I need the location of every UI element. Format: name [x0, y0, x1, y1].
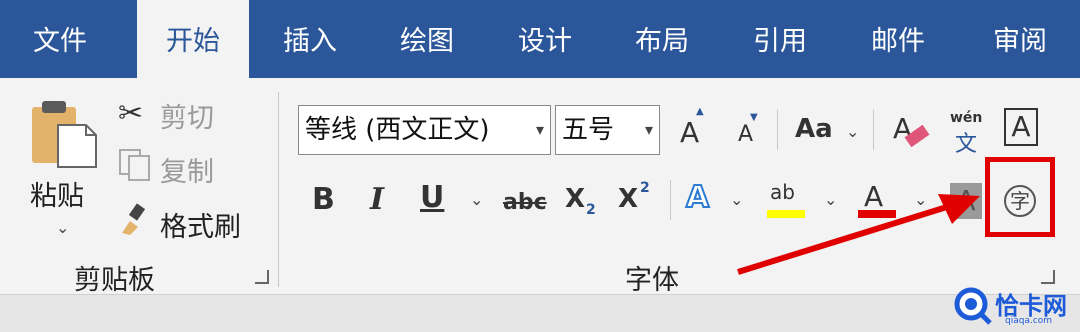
tab-references[interactable]: 引用: [725, 0, 835, 78]
font-launcher-icon[interactable]: [1041, 270, 1055, 284]
copy-icon: [119, 149, 150, 181]
shrink-font-icon: A: [738, 122, 754, 147]
tab-draw[interactable]: 绘图: [372, 0, 482, 78]
font-size-value: 五号: [562, 115, 615, 145]
font-name-value: 等线 (西文正文): [305, 115, 490, 145]
tab-design[interactable]: 设计: [490, 0, 600, 78]
scissors-icon: ✂: [118, 96, 144, 131]
chevron-down-icon: ▾: [535, 120, 544, 139]
watermark-logo: 恰卡网 qiaqa.com: [953, 284, 1078, 330]
divider: [777, 110, 778, 150]
down-caret-icon: ▼: [750, 112, 758, 123]
tab-home[interactable]: 开始: [137, 0, 249, 80]
superscript-digit: 2: [640, 180, 650, 196]
chevron-down-icon: ▾: [644, 120, 653, 139]
group-divider: [278, 92, 279, 287]
bold-button[interactable]: B: [312, 182, 335, 217]
annotation-arrow-icon: [737, 194, 980, 275]
subscript-digit: 2: [586, 202, 596, 218]
italic-button[interactable]: I: [370, 182, 384, 217]
strikethrough-button[interactable]: abc: [503, 190, 547, 215]
divider: [873, 110, 874, 150]
format-painter-label: 格式刷: [160, 212, 241, 243]
annotation-highlight-box: [985, 157, 1055, 237]
tab-file[interactable]: 文件: [0, 0, 120, 78]
up-caret-icon: ▲: [696, 106, 704, 117]
copy-label: 复制: [160, 157, 214, 188]
clipboard-group-label: 剪贴板: [74, 265, 155, 296]
chevron-down-icon: ⌄: [470, 190, 484, 209]
font-group-label: 字体: [625, 265, 679, 296]
superscript-icon: X: [618, 184, 639, 214]
paintbrush-icon: [122, 203, 146, 235]
change-case-label: Aa: [795, 114, 833, 144]
clipboard-launcher-icon[interactable]: [255, 270, 269, 284]
character-border-icon: A: [1004, 108, 1038, 146]
tab-review[interactable]: 审阅: [960, 0, 1080, 78]
document-area-edge: [0, 294, 1080, 332]
clipboard-icon: [32, 101, 97, 168]
divider: [670, 180, 671, 220]
font-size-select[interactable]: 五号 ▾: [555, 105, 660, 155]
watermark-url: qiaqa.com: [1005, 316, 1053, 326]
tab-insert[interactable]: 插入: [255, 0, 365, 78]
paste-label: 粘贴: [30, 181, 84, 212]
magnifier-logo-icon: [954, 287, 992, 325]
paste-dropdown-icon[interactable]: ⌄: [56, 218, 69, 237]
subscript-icon: X: [565, 184, 586, 214]
tab-layout[interactable]: 布局: [607, 0, 717, 78]
text-effects-icon: A: [685, 179, 710, 216]
pinyin-char: 文: [955, 132, 978, 157]
cut-label: 剪切: [160, 103, 214, 134]
font-name-select[interactable]: 等线 (西文正文) ▾: [298, 105, 551, 155]
chevron-down-icon: ⌄: [846, 122, 860, 141]
pinyin-top: wén: [950, 110, 983, 126]
ribbon-tab-bar: 文件 开始 插入 绘图 设计 布局 引用 邮件 审阅: [0, 0, 1080, 80]
underline-icon: U: [420, 180, 445, 215]
tab-mailings[interactable]: 邮件: [843, 0, 953, 78]
grow-font-icon: A: [680, 116, 700, 149]
